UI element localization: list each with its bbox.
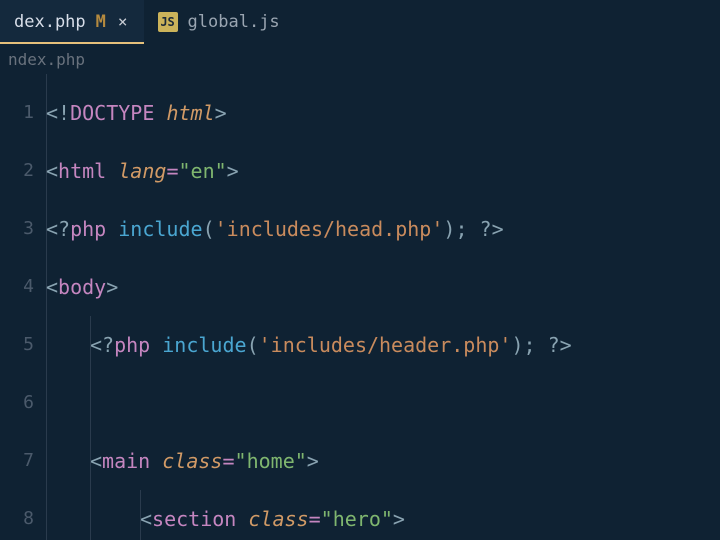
line-number: 7	[0, 432, 46, 490]
indent-guide	[90, 316, 91, 374]
tab-bar: dex.php M × JS global.js	[0, 0, 720, 44]
code-line: <!DOCTYPE html>	[46, 84, 720, 142]
line-number: 3	[0, 200, 46, 258]
modified-badge: M	[96, 12, 106, 32]
line-number: 5	[0, 316, 46, 374]
js-file-icon: JS	[158, 12, 178, 32]
tab-filename: dex.php	[14, 12, 86, 32]
indent-guide	[90, 490, 91, 540]
line-number: 4	[0, 258, 46, 316]
code-line: <main class="home">	[46, 432, 720, 490]
line-number: 1	[0, 84, 46, 142]
code-line: <?php include('includes/head.php'); ?>	[46, 200, 720, 258]
tab-global-js[interactable]: JS global.js	[144, 0, 294, 44]
code-line	[46, 374, 720, 432]
close-icon[interactable]: ×	[116, 14, 130, 30]
code-line: <section class="hero">	[46, 490, 720, 540]
breadcrumb[interactable]: ndex.php	[0, 44, 720, 74]
code-line: <?php include('includes/header.php'); ?>	[46, 316, 720, 374]
tab-index-php[interactable]: dex.php M ×	[0, 0, 144, 44]
line-number: 2	[0, 142, 46, 200]
code-editor[interactable]: 1 2 3 4 5 6 7 8 <!DOCTYPE html> <html la…	[0, 74, 720, 540]
breadcrumb-item: ndex.php	[8, 50, 85, 69]
indent-guide	[90, 374, 91, 432]
indent-guide	[140, 490, 141, 540]
line-number-gutter: 1 2 3 4 5 6 7 8	[0, 74, 46, 540]
code-line: <html lang="en">	[46, 142, 720, 200]
code-line: <body>	[46, 258, 720, 316]
line-number: 8	[0, 490, 46, 540]
code-area[interactable]: <!DOCTYPE html> <html lang="en"> <?php i…	[46, 74, 720, 540]
indent-guide	[90, 432, 91, 490]
tab-filename: global.js	[188, 12, 280, 32]
line-number: 6	[0, 374, 46, 432]
